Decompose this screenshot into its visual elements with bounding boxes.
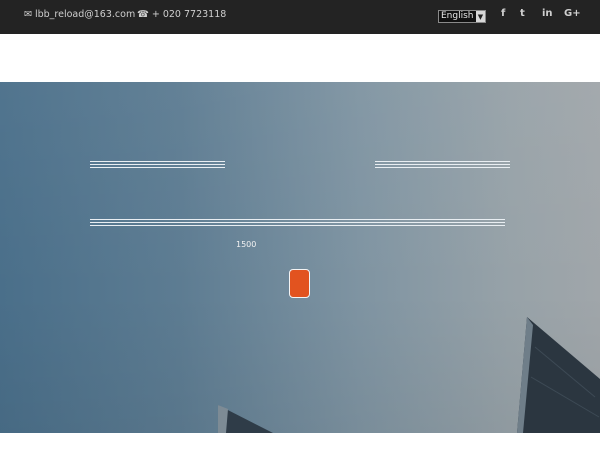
phone-text[interactable]: + 020 7723118 <box>152 9 226 20</box>
facebook-icon[interactable]: f <box>501 9 505 19</box>
email-text[interactable]: lbb_reload@163.com <box>35 9 135 20</box>
building-image-left <box>218 405 273 433</box>
hero-text-line <box>375 164 510 165</box>
language-selected: English <box>441 11 474 21</box>
hero-text-line <box>90 164 225 165</box>
twitter-icon[interactable]: t <box>520 9 525 19</box>
hero-banner: 1500 <box>0 82 600 433</box>
hero-text-line <box>90 167 225 168</box>
language-select[interactable]: English ▼ <box>438 10 486 23</box>
linkedin-icon[interactable]: in <box>542 9 553 19</box>
hero-text-line <box>90 219 505 220</box>
hero-text-line <box>375 167 510 168</box>
top-bar: ✉ lbb_reload@163.com ☎ + 020 7723118 Eng… <box>0 0 600 34</box>
contact-phone[interactable]: ☎ + 020 7723118 <box>137 9 226 20</box>
chevron-down-icon[interactable]: ▼ <box>476 11 485 22</box>
envelope-icon: ✉ <box>24 8 32 20</box>
hero-text-line <box>375 161 510 162</box>
page-bottom <box>0 433 600 450</box>
google-plus-icon[interactable]: G+ <box>564 9 581 19</box>
contact-email[interactable]: ✉ lbb_reload@163.com <box>24 9 135 20</box>
building-image-right <box>517 317 600 433</box>
hero-overlay <box>0 82 600 433</box>
hero-text-line <box>90 161 225 162</box>
hero-number: 1500 <box>236 240 257 249</box>
hero-text-line <box>90 222 505 223</box>
phone-icon: ☎ <box>137 8 149 20</box>
header-nav-area <box>0 34 600 82</box>
hero-text-line <box>90 225 505 226</box>
hero-cta-button[interactable] <box>289 269 310 298</box>
